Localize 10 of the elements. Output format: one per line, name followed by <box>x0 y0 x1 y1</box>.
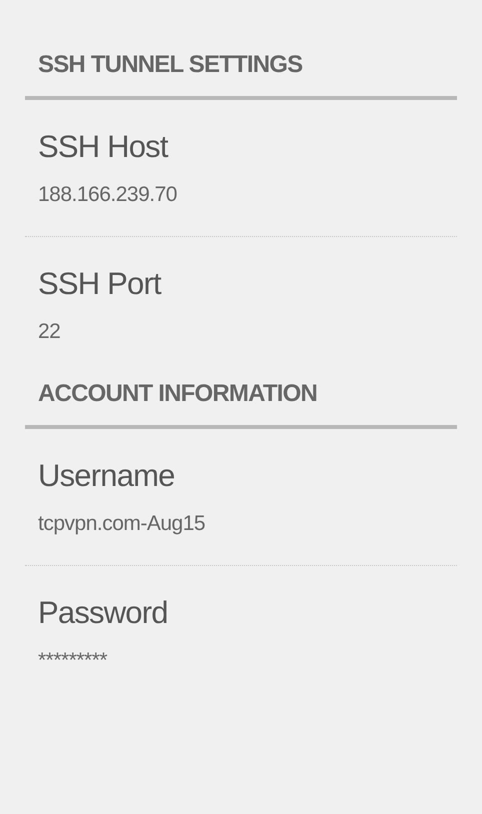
setting-value: ********* <box>38 648 108 674</box>
setting-title[interactable]: Username <box>38 457 175 495</box>
setting-title[interactable]: SSH Host <box>38 128 168 166</box>
setting-value: tcpvpn.com-Aug15 <box>38 511 206 537</box>
setting-value: 188.166.239.70 <box>38 182 177 208</box>
setting-value: 22 <box>38 319 60 345</box>
setting-title[interactable]: Password <box>38 594 168 632</box>
section-heading: SSH TUNNEL SETTINGS <box>38 50 302 80</box>
setting-title[interactable]: SSH Port <box>38 265 161 303</box>
section-heading: ACCOUNT INFORMATION <box>38 379 317 409</box>
